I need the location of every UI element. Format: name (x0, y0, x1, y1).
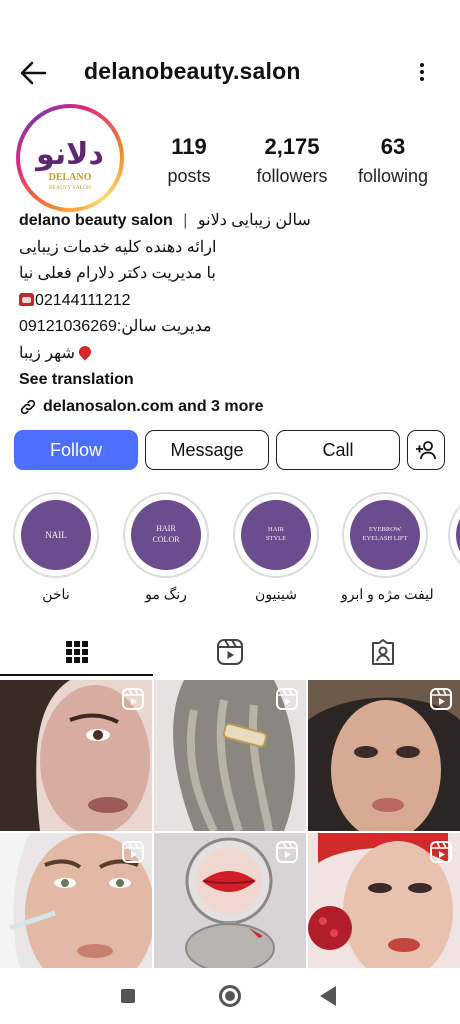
followers-stat[interactable]: 2,175 followers (242, 134, 342, 187)
home-icon[interactable] (219, 985, 241, 1007)
reels-icon (122, 841, 144, 863)
tab-grid[interactable] (0, 628, 153, 676)
delano-logo: دلانو DELANO BEAUTY SALON (34, 137, 104, 191)
active-tab-indicator (0, 674, 153, 676)
logo-sub: BEAUTY SALON (49, 185, 91, 191)
bio-location-line: شهر زیبا (19, 341, 449, 368)
bio: delano beauty salon | سالن زیبایی دلانو … (19, 208, 449, 420)
link-icon (20, 399, 36, 414)
highlight-label: شینیون (255, 586, 297, 602)
posts-stat[interactable]: 119 posts (150, 134, 228, 187)
post-thumbnail[interactable] (154, 833, 306, 984)
tagged-icon (371, 639, 394, 665)
separator: | (183, 212, 188, 229)
following-count: 63 (380, 134, 406, 159)
more-vertical-icon[interactable] (412, 60, 432, 88)
following-label: following (357, 166, 429, 186)
reels-icon (430, 688, 452, 710)
highlight-cover: HAIR STYLE (241, 500, 311, 570)
bio-manager-line: مدیریت سالن:09121036269 (19, 314, 449, 341)
avatar[interactable]: دلانو DELANO BEAUTY SALON (16, 104, 124, 212)
website-link-text: delanosalon.com and 3 more (43, 397, 264, 415)
display-name-fa: سالن زیبایی دلانو (197, 212, 311, 229)
highlight-hair-color[interactable]: HAIR COLOR رنگ مو (122, 492, 210, 603)
highlight-cover: HAIR COLOR (131, 500, 201, 570)
post-thumbnail[interactable] (154, 680, 306, 831)
post-thumbnail[interactable] (0, 833, 152, 984)
logo-name: DELANO (49, 172, 92, 183)
website-link[interactable]: delanosalon.com and 3 more (19, 394, 449, 421)
see-translation-link[interactable]: See translation (19, 367, 449, 394)
add-user-icon (416, 441, 436, 460)
profile-tabs (0, 628, 460, 676)
reels-icon (276, 688, 298, 710)
highlight-cover: NAIL (21, 500, 91, 570)
recents-icon[interactable] (121, 989, 135, 1003)
reels-icon (216, 639, 243, 665)
reels-icon (276, 841, 298, 863)
highlight-nail[interactable]: NAIL ناخن (12, 492, 100, 603)
reels-icon (430, 841, 452, 863)
highlight-label: رنگ مو (145, 586, 187, 602)
post-thumbnail[interactable] (308, 680, 460, 831)
bio-line-services: ارائه دهنده کلیه خدمات زیبایی (19, 238, 217, 256)
message-button[interactable]: Message (145, 430, 269, 470)
highlight-label: لیفت مژه و ابرو (341, 586, 434, 602)
follow-button[interactable]: Follow (14, 430, 138, 470)
reels-icon (122, 688, 144, 710)
following-stat[interactable]: 63 following (350, 134, 436, 187)
phone-number[interactable]: 02144111212 (35, 292, 131, 309)
tab-tagged[interactable] (306, 628, 459, 676)
highlight-hair-style[interactable]: HAIR STYLE شینیون (232, 492, 320, 603)
posts-label: posts (167, 166, 211, 186)
bio-name-line: delano beauty salon | سالن زیبایی دلانو (19, 208, 449, 235)
highlight-label: ناخن (42, 586, 70, 602)
location-pin-icon (76, 343, 94, 360)
logo-text: دلانو (34, 137, 104, 172)
bio-line-management: با مدیریت دکتر دلارام فعلی نیا (19, 265, 216, 282)
grid-icon (65, 641, 88, 663)
profile-header: delanobeauty.salon (0, 44, 460, 104)
highlight-eyebrow[interactable]: EYEBROW EYELASH LIFT لیفت مژه و ابرو (341, 492, 434, 603)
followers-count: 2,175 (264, 134, 320, 159)
highlight-cover: EYEBROW EYELASH LIFT (350, 500, 420, 570)
post-thumbnail[interactable] (0, 680, 152, 831)
post-thumbnail[interactable] (308, 833, 460, 984)
profile-username: delanobeauty.salon (84, 58, 301, 84)
add-user-button[interactable] (407, 430, 445, 470)
phone-icon (19, 292, 34, 306)
posts-count: 119 (171, 134, 207, 159)
system-nav-bar (0, 968, 460, 1024)
manager-phone[interactable]: مدیریت سالن:09121036269 (19, 318, 212, 335)
call-button[interactable]: Call (276, 430, 400, 470)
location-text: شهر زیبا (19, 344, 75, 362)
display-name: delano beauty salon (19, 212, 173, 229)
back-triangle-icon[interactable] (320, 986, 336, 1006)
arrow-left-icon[interactable] (18, 58, 48, 88)
bio-phone-line: 02144111212 (19, 288, 449, 315)
followers-label: followers (256, 166, 328, 186)
tab-reels[interactable] (153, 628, 306, 676)
highlight-partial[interactable] (448, 492, 460, 578)
